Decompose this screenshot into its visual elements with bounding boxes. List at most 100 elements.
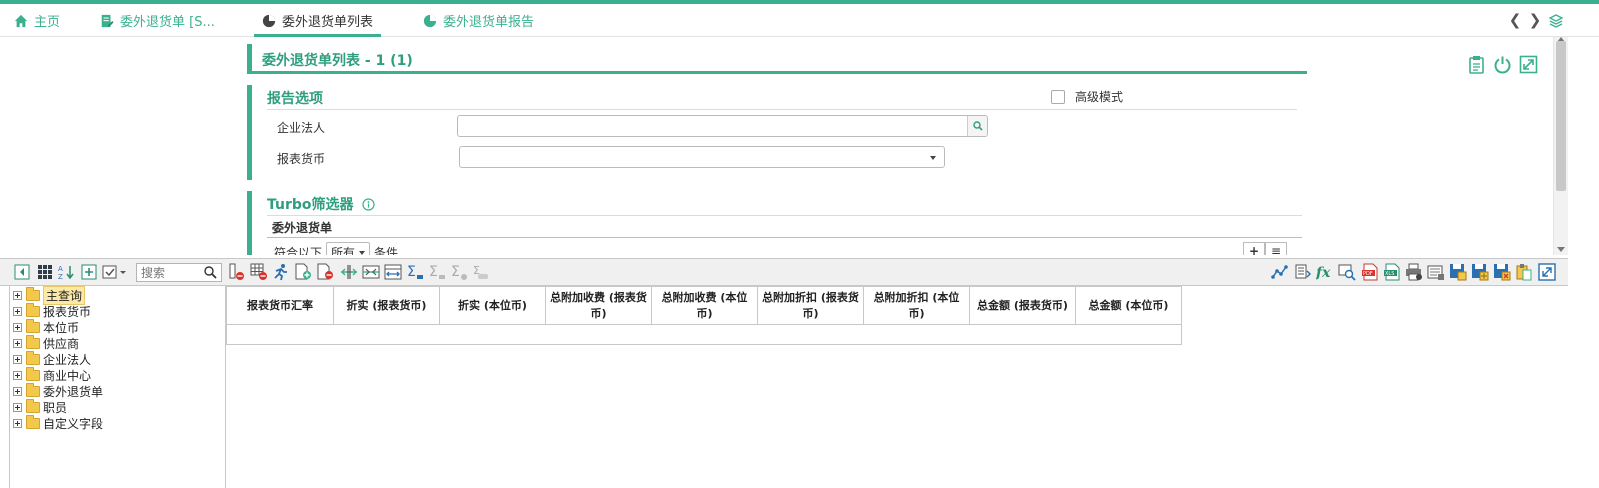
vertical-scrollbar[interactable] xyxy=(1553,37,1568,255)
tree-item-business-center[interactable]: 商业中心 xyxy=(13,366,91,383)
collapse-panel-icon[interactable] xyxy=(13,263,31,281)
remove-table-icon[interactable] xyxy=(250,263,268,281)
export-excel-icon[interactable]: XLS xyxy=(1383,263,1401,281)
column-header[interactable]: 总金额 (本位币) xyxy=(1075,286,1182,325)
print-settings-icon[interactable] xyxy=(1405,263,1423,281)
grid-layout-icon[interactable] xyxy=(36,263,54,281)
tree-item-employee[interactable]: 职员 xyxy=(13,398,67,415)
svg-text:XLS: XLS xyxy=(1385,271,1394,277)
advanced-mode-checkbox[interactable] xyxy=(1051,89,1065,104)
tab-scroll-right-icon[interactable]: ❯ xyxy=(1528,12,1542,28)
svg-text:Σ: Σ xyxy=(407,264,416,280)
expand-icon[interactable] xyxy=(13,322,22,332)
tab-bar: 主页 委外退货单 [S... 委外退货单列表 委外退货单报告 ❮ ❯ xyxy=(0,4,1599,37)
field-search-input[interactable] xyxy=(137,264,201,281)
fullscreen-icon[interactable] xyxy=(1538,263,1556,281)
column-header-line: 总金额 (报表货币) xyxy=(977,298,1068,312)
add-condition-button[interactable]: + xyxy=(1243,242,1265,255)
tree-item-supplier[interactable]: 供应商 xyxy=(13,334,79,351)
save-layout-as-icon[interactable] xyxy=(1471,263,1489,281)
column-header-line: 币) xyxy=(908,306,925,320)
scrollbar-thumb[interactable] xyxy=(1556,41,1566,191)
layers-icon[interactable] xyxy=(1549,13,1563,29)
sort-az-icon[interactable]: AZ xyxy=(58,263,76,281)
advanced-mode-toggle[interactable]: 高级模式 xyxy=(1051,88,1123,105)
tree-item-custom-fields[interactable]: 自定义字段 xyxy=(13,414,103,431)
expand-icon[interactable] xyxy=(1519,55,1538,74)
tab-label: 委外退货单报告 xyxy=(443,15,535,30)
sum-icon[interactable]: Σ xyxy=(406,263,424,281)
column-header[interactable]: 总附加收费 (本位 币) xyxy=(651,286,758,325)
right-gutter xyxy=(1568,37,1599,488)
tab-return-order-detail[interactable]: 委外退货单 [S... xyxy=(100,4,215,37)
column-header-line: 总附加折扣 (报表货 xyxy=(762,290,859,304)
search-icon xyxy=(972,121,983,131)
tree-item-legal-entity[interactable]: 企业法人 xyxy=(13,350,91,367)
list-order-icon[interactable]: ≡ xyxy=(1265,242,1287,255)
tree-item-base-currency[interactable]: 本位币 xyxy=(13,318,79,335)
tab-scroll-left-icon[interactable]: ❮ xyxy=(1508,12,1522,28)
svg-text:Z: Z xyxy=(58,273,63,280)
delete-layout-icon[interactable] xyxy=(1493,263,1511,281)
match-prefix: 符合以下 xyxy=(274,246,323,255)
column-header[interactable]: 总附加收费 (报表货 币) xyxy=(545,286,652,325)
expand-icon[interactable] xyxy=(13,370,22,380)
tree-item-report-currency[interactable]: 报表货币 xyxy=(13,302,91,319)
tree-item-return-order[interactable]: 委外退货单 xyxy=(13,382,103,399)
folder-icon xyxy=(26,382,40,397)
page-setup-icon[interactable] xyxy=(1427,263,1445,281)
power-icon[interactable] xyxy=(1493,55,1512,74)
clipboard-icon[interactable] xyxy=(1467,55,1486,74)
formula-icon[interactable]: fx xyxy=(1316,263,1334,281)
field-search-box[interactable] xyxy=(136,263,222,282)
chart-line-icon[interactable] xyxy=(1271,263,1289,281)
expand-icon[interactable] xyxy=(13,418,22,428)
tab-home[interactable]: 主页 xyxy=(14,4,60,37)
report-options-section: 报告选项 高级模式 企业法人 报表货币 xyxy=(247,85,1297,180)
expand-icon[interactable] xyxy=(13,290,22,300)
expand-icon[interactable] xyxy=(13,402,22,412)
remove-document-icon[interactable] xyxy=(316,263,334,281)
column-settings-icon[interactable] xyxy=(1294,263,1312,281)
export-pdf-icon[interactable]: PDF xyxy=(1361,263,1379,281)
scroll-down-icon[interactable] xyxy=(1557,247,1565,252)
home-icon xyxy=(14,14,28,27)
expand-icon[interactable] xyxy=(13,386,22,396)
merge-columns-icon[interactable] xyxy=(362,263,380,281)
save-layout-icon[interactable] xyxy=(1449,263,1467,281)
report-currency-select[interactable] xyxy=(459,146,945,168)
add-field-icon[interactable] xyxy=(80,263,98,281)
legal-entity-lookup-button[interactable] xyxy=(967,116,987,136)
tab-return-order-list[interactable]: 委外退货单列表 xyxy=(254,4,382,37)
remove-column-icon[interactable] xyxy=(228,263,246,281)
report-options-title: 报告选项 xyxy=(267,91,323,107)
split-columns-icon[interactable] xyxy=(340,263,358,281)
legal-entity-field[interactable] xyxy=(457,115,988,137)
tree-item-main-query[interactable]: 主查询 xyxy=(13,285,86,305)
expand-icon[interactable] xyxy=(13,354,22,364)
svg-text:A: A xyxy=(58,265,63,273)
add-document-icon[interactable] xyxy=(294,263,312,281)
preview-icon[interactable] xyxy=(1338,263,1356,281)
field-chooser-dropdown-icon[interactable] xyxy=(102,263,128,281)
match-mode-select[interactable]: 所有 xyxy=(326,242,371,255)
match-suffix: 条件 xyxy=(374,246,399,255)
resize-columns-icon[interactable] xyxy=(384,263,402,281)
expand-icon[interactable] xyxy=(13,338,22,348)
match-condition-row: 符合以下 所有 条件 xyxy=(274,242,398,255)
subtotal-disabled-icon[interactable]: Σ xyxy=(472,263,490,281)
info-icon[interactable] xyxy=(361,197,375,211)
column-header[interactable]: 报表货币汇率 xyxy=(226,286,334,325)
clipboard-copy-icon[interactable] xyxy=(1515,263,1533,281)
column-header[interactable]: 折实 (本位币) xyxy=(439,286,546,325)
sum-row-disabled-icon[interactable]: Σ xyxy=(450,263,468,281)
column-header[interactable]: 总附加折扣 (本位 币) xyxy=(863,286,970,325)
expand-icon[interactable] xyxy=(13,306,22,316)
column-header[interactable]: 总附加折扣 (报表货 币) xyxy=(757,286,864,325)
column-header[interactable]: 总金额 (报表货币) xyxy=(969,286,1076,325)
column-header[interactable]: 折实 (报表货币) xyxy=(333,286,440,325)
tab-return-order-report[interactable]: 委外退货单报告 xyxy=(423,4,534,37)
svg-text:Σ: Σ xyxy=(451,264,460,280)
run-icon[interactable] xyxy=(272,263,290,281)
sum-disabled-icon[interactable]: Σ xyxy=(428,263,446,281)
